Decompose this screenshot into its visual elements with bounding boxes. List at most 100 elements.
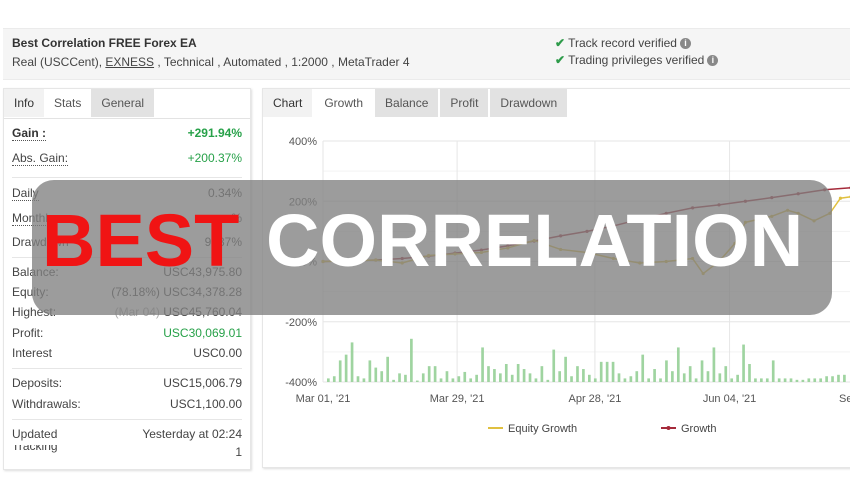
y-tick-label: -200% — [285, 317, 317, 329]
stat-value: +291.94% — [187, 126, 242, 140]
volume-bar — [368, 360, 372, 382]
volume-bar — [760, 378, 763, 382]
x-tick-label: Apr 28, '21 — [568, 393, 621, 405]
stat-value: USC0.00 — [193, 346, 242, 360]
volume-bar — [457, 376, 461, 382]
divider — [12, 368, 242, 369]
x-tick-label: Jun 04, '21 — [703, 393, 756, 405]
volume-bar — [807, 378, 811, 382]
volume-bar — [605, 361, 609, 382]
info-icon[interactable]: i — [707, 55, 719, 66]
series-point — [838, 196, 843, 200]
volume-bar — [338, 360, 342, 382]
volume-bar — [617, 373, 621, 382]
trading-privileges-verified: ✔ Trading privileges verified i — [555, 53, 719, 67]
stat-label: Deposits: — [12, 376, 63, 390]
volume-bar — [327, 378, 330, 382]
volume-bar — [641, 354, 645, 382]
divider — [12, 177, 242, 178]
volume-bar — [516, 364, 520, 382]
account-details: , Technical , Automated , 1:2000 , MetaT… — [154, 55, 410, 69]
broker-link[interactable]: EXNESS — [105, 55, 154, 69]
stats-tabs: Info Stats General — [4, 89, 155, 119]
volume-bar — [718, 373, 722, 382]
volume-bar — [469, 378, 473, 382]
volume-bar — [493, 369, 496, 382]
volume-bar — [700, 360, 704, 382]
stat-value: Yesterday at 02:24 — [142, 427, 242, 441]
volume-bar — [706, 371, 710, 382]
volume-bar — [623, 378, 627, 382]
volume-bar — [475, 374, 478, 382]
account-type: Real (USCCent), — [12, 55, 106, 69]
stat-label: Withdrawals: — [12, 397, 81, 411]
legend-label-growth: Growth — [681, 423, 716, 435]
volume-bar — [546, 379, 550, 382]
volume-bar — [540, 366, 544, 382]
stat-label[interactable]: Abs. Gain: — [12, 151, 69, 166]
stat-profit: Profit: USC30,069.01 — [12, 326, 242, 340]
stat-value: USC1,100.00 — [169, 397, 242, 411]
volume-bar — [724, 366, 728, 382]
info-icon[interactable]: i — [679, 38, 691, 49]
volume-bar — [730, 378, 734, 382]
y-tick-label: -400% — [285, 377, 317, 389]
volume-bar — [831, 376, 834, 382]
chart-legend: Equity Growth Growth — [488, 423, 716, 435]
volume-bar — [332, 376, 336, 382]
volume-bar — [754, 378, 757, 382]
volume-bar — [777, 378, 781, 382]
volume-bar — [712, 347, 716, 382]
volume-bar — [564, 356, 567, 382]
volume-bar — [843, 374, 846, 382]
volume-bar — [534, 378, 538, 382]
ea-header: Best Correlation FREE Forex EA Real (USC… — [3, 28, 850, 80]
stat-label: Profit: — [12, 326, 44, 340]
volume-bar — [386, 356, 389, 382]
volume-bar — [659, 378, 662, 382]
volume-bar — [647, 378, 650, 382]
volume-bar — [380, 371, 384, 382]
title-overlay: BEST CORRELATION — [32, 180, 832, 315]
volume-bar — [748, 364, 751, 382]
volume-bar — [795, 379, 799, 382]
stat-label: Interest — [12, 346, 53, 360]
ea-title: Best Correlation FREE Forex EA — [12, 36, 197, 50]
verification-label: Trading privileges verified — [568, 53, 705, 67]
track-record-verified: ✔ Track record verified i — [555, 36, 691, 50]
verification-label: Track record verified — [568, 36, 677, 50]
stat-label[interactable]: Gain : — [12, 126, 47, 141]
volume-bar — [671, 371, 674, 382]
volume-bar — [481, 347, 484, 382]
volume-bar — [570, 376, 573, 382]
volume-bar — [558, 371, 562, 382]
stat-withdrawals: Withdrawals: USC1,100.00 — [12, 397, 242, 411]
volume-bar — [404, 374, 407, 382]
check-icon: ✔ — [555, 53, 566, 67]
volume-bar — [398, 373, 401, 382]
stat-interest: Interest USC0.00 — [12, 346, 242, 360]
stat-updated: Updated Yesterday at 02:24 — [12, 427, 242, 441]
stat-deposits: Deposits: USC15,006.79 — [12, 376, 242, 390]
volume-bar — [837, 374, 840, 382]
volume-bar — [676, 347, 680, 382]
stat-tracking: Tracking 1 — [12, 445, 242, 457]
tab-stats[interactable]: Stats — [44, 89, 92, 117]
volume-bar — [392, 379, 395, 382]
volume-bar — [504, 364, 508, 382]
volume-bar — [653, 369, 656, 382]
volume-bar — [356, 376, 360, 382]
x-tick-label: Mar 01, '21 — [296, 393, 351, 405]
volume-bar — [635, 371, 639, 382]
volume-bar — [694, 378, 698, 382]
tab-info[interactable]: Info — [4, 89, 45, 117]
volume-bar — [665, 360, 668, 382]
volume-bar — [451, 378, 455, 382]
stat-gain: Gain : +291.94% — [12, 126, 242, 141]
volume-bar — [499, 373, 502, 382]
tab-general[interactable]: General — [91, 89, 155, 117]
volume-bar — [445, 371, 449, 382]
volume-bar — [736, 374, 739, 382]
tab-divider — [4, 118, 250, 119]
volume-bar — [765, 378, 769, 382]
